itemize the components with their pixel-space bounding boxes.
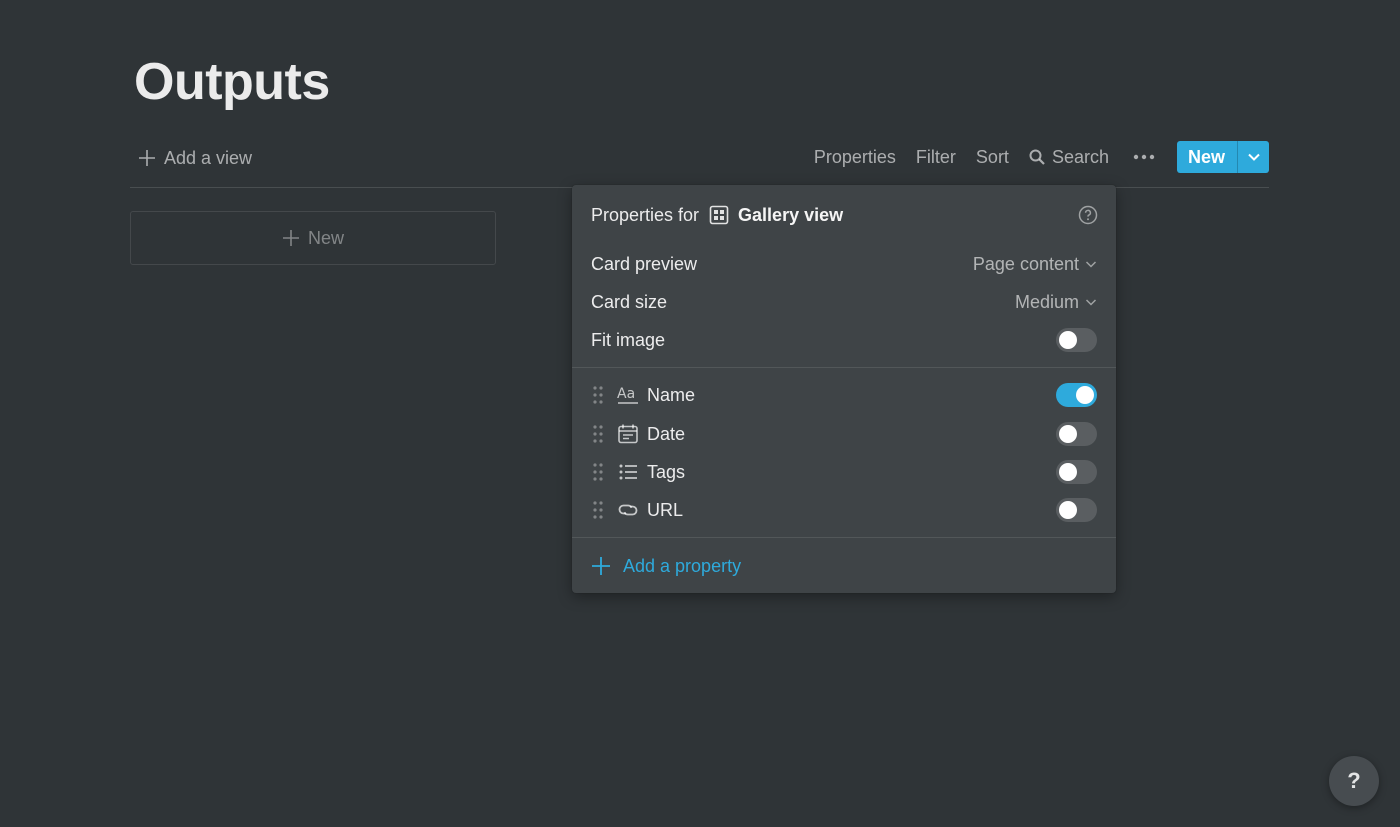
- calendar-icon: [618, 424, 638, 444]
- gallery-new-card[interactable]: New: [130, 211, 496, 265]
- card-size-label: Card size: [591, 291, 668, 312]
- plus-icon: [139, 150, 155, 166]
- property-name-toggle[interactable]: [1056, 383, 1097, 407]
- toolbar-actions: Properties Filter Sort Search New: [804, 140, 1269, 174]
- property-row-date: Date: [591, 419, 1097, 449]
- card-preview-value: Page content: [972, 253, 1079, 274]
- text-aa-icon: Aa: [617, 386, 638, 404]
- chevron-down-icon: [1085, 299, 1097, 306]
- more-options-button[interactable]: [1119, 140, 1169, 174]
- card-size-row[interactable]: Card size Medium: [591, 287, 1097, 317]
- property-url-toggle[interactable]: [1056, 498, 1097, 522]
- toggle-knob: [1076, 386, 1094, 404]
- property-name-label: Name: [647, 384, 696, 405]
- card-preview-select[interactable]: Page content: [973, 254, 1097, 275]
- properties-button[interactable]: Properties: [804, 140, 906, 174]
- plus-icon: [592, 557, 610, 575]
- card-preview-label: Card preview: [591, 253, 698, 274]
- popup-header-prefix: Properties for: [591, 204, 700, 225]
- property-row-name: Aa Name: [591, 380, 1097, 410]
- search-button[interactable]: Search: [1019, 140, 1119, 174]
- search-label: Search: [1051, 146, 1109, 167]
- section-divider: [572, 367, 1116, 368]
- property-tags-toggle[interactable]: [1056, 460, 1097, 484]
- page-title: Outputs: [134, 53, 330, 111]
- plus-icon: [282, 230, 299, 246]
- section-divider: [572, 537, 1116, 538]
- properties-popup: Properties for Gallery view Card preview…: [572, 185, 1116, 593]
- new-dropdown-button[interactable]: [1237, 141, 1269, 173]
- new-button[interactable]: New: [1177, 141, 1237, 173]
- card-size-select[interactable]: Medium: [1015, 292, 1097, 313]
- chevron-down-icon: [1085, 261, 1097, 268]
- add-view-button[interactable]: Add a view: [138, 146, 252, 170]
- search-icon: [1029, 149, 1045, 165]
- help-button[interactable]: ?: [1329, 756, 1379, 806]
- list-icon: [619, 464, 637, 480]
- view-toolbar: Add a view Properties Filter Sort Search…: [130, 140, 1269, 188]
- toggle-knob: [1059, 501, 1077, 519]
- property-tags-label: Tags: [647, 461, 686, 482]
- add-property-button[interactable]: Add a property: [591, 551, 741, 581]
- gallery-new-label: New: [307, 227, 344, 248]
- fit-image-label: Fit image: [591, 329, 666, 350]
- sort-button[interactable]: Sort: [966, 140, 1019, 174]
- more-dots-icon: [1133, 154, 1155, 160]
- page: Outputs Add a view Properties Filter Sor…: [0, 0, 1400, 827]
- chevron-down-icon: [1247, 153, 1260, 161]
- drag-handle-icon[interactable]: [591, 424, 605, 444]
- fit-image-row: Fit image: [591, 325, 1097, 355]
- toggle-knob: [1059, 331, 1077, 349]
- gallery-view-icon: [709, 205, 729, 225]
- property-url-label: URL: [647, 499, 684, 520]
- property-date-toggle[interactable]: [1056, 422, 1097, 446]
- card-size-value: Medium: [1014, 291, 1079, 312]
- popup-view-name: Gallery view: [738, 204, 844, 225]
- new-button-group: New: [1176, 141, 1269, 173]
- fit-image-toggle[interactable]: [1056, 328, 1097, 352]
- property-row-tags: Tags: [591, 457, 1097, 487]
- link-icon: [618, 504, 638, 516]
- drag-handle-icon[interactable]: [591, 500, 605, 520]
- toggle-knob: [1059, 463, 1077, 481]
- card-preview-row[interactable]: Card preview Page content: [591, 249, 1097, 279]
- drag-handle-icon[interactable]: [591, 462, 605, 482]
- property-row-url: URL: [591, 495, 1097, 525]
- drag-handle-icon[interactable]: [591, 385, 605, 405]
- add-view-label: Add a view: [164, 147, 253, 168]
- filter-button[interactable]: Filter: [906, 140, 966, 174]
- popup-header: Properties for Gallery view: [591, 201, 1098, 229]
- help-circle-icon[interactable]: [1078, 205, 1098, 225]
- add-property-label: Add a property: [623, 555, 742, 576]
- toggle-knob: [1059, 425, 1077, 443]
- property-date-label: Date: [647, 423, 686, 444]
- svg-text:Aa: Aa: [617, 386, 635, 402]
